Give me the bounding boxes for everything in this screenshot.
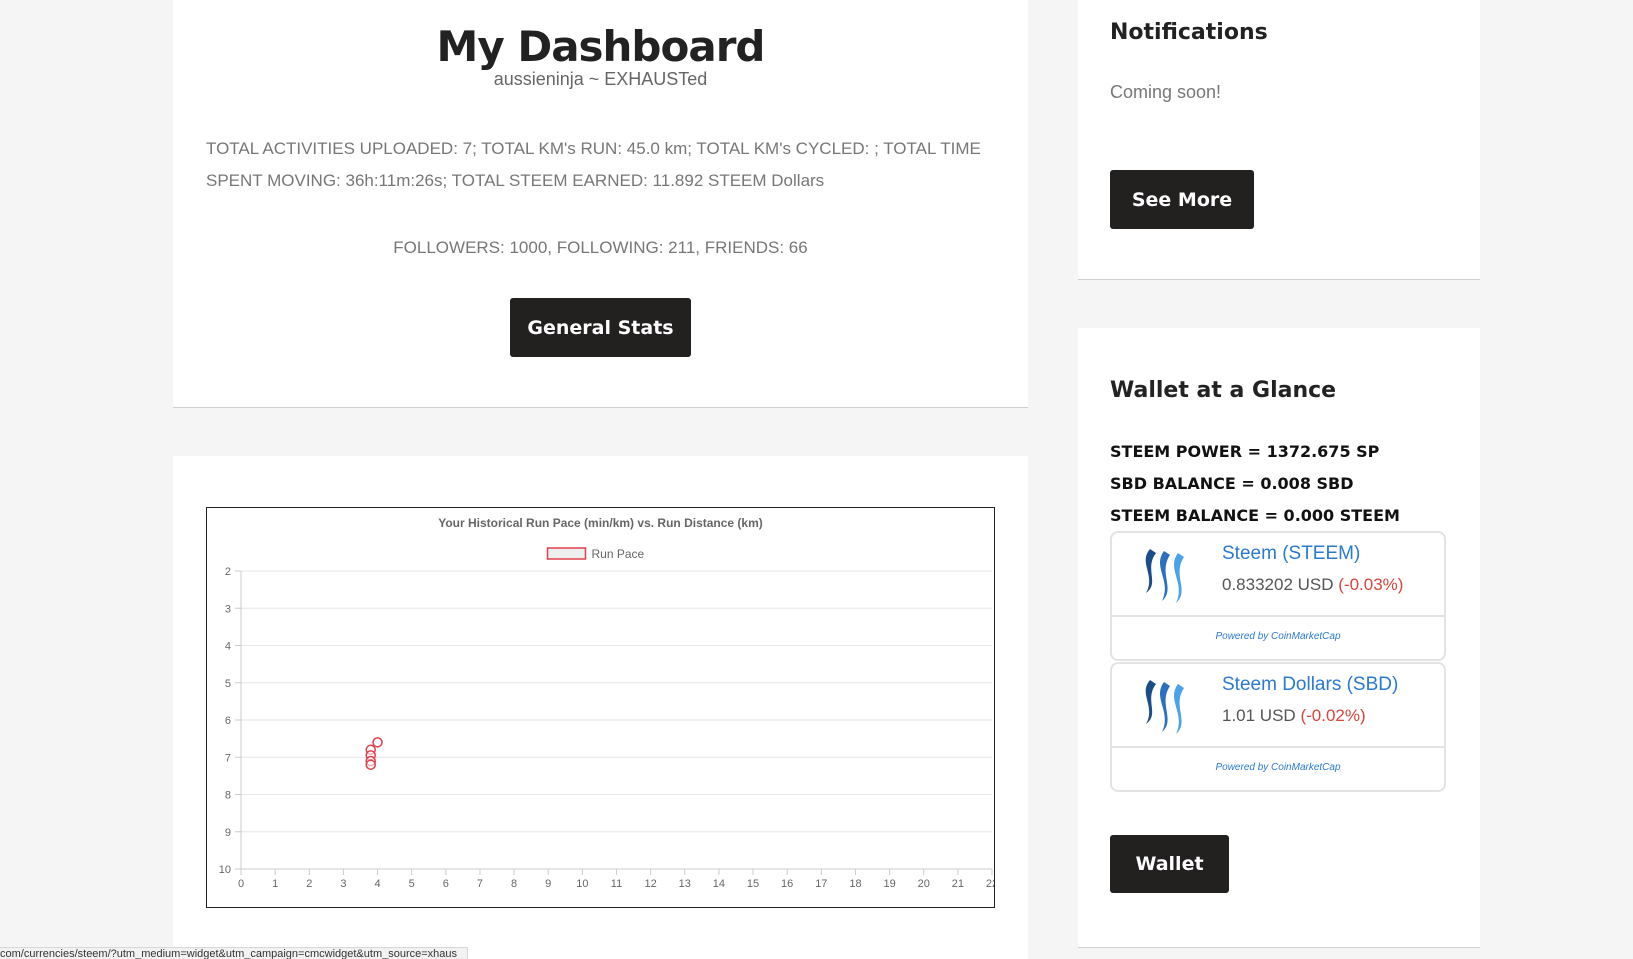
chart-panel: Your Historical Run Pace (min/km) vs. Ru… <box>173 456 1028 959</box>
x-tick-label: 22 <box>986 878 994 890</box>
widget-powered-link[interactable]: Powered by CoinMarketCap <box>1112 631 1444 642</box>
x-tick-label: 15 <box>747 878 759 890</box>
x-tick-label: 2 <box>306 878 312 890</box>
x-tick-label: 0 <box>238 878 244 890</box>
widget-coin-name[interactable]: Steem Dollars (SBD) <box>1222 674 1398 696</box>
steem-logo-icon <box>1145 680 1184 734</box>
widget-coin-name[interactable]: Steem (STEEM) <box>1222 543 1360 565</box>
widget-powered-link[interactable]: Powered by CoinMarketCap <box>1112 762 1444 773</box>
y-tick-label: 7 <box>225 752 231 764</box>
x-tick-label: 20 <box>918 878 930 890</box>
y-tick-label: 10 <box>219 864 231 876</box>
data-point <box>365 759 376 770</box>
y-tick-label: 6 <box>225 715 231 727</box>
x-tick-label: 6 <box>443 878 449 890</box>
widget-coin-price: 0.833202 USD (-0.03%) <box>1222 575 1403 595</box>
page-title: My Dashboard <box>436 22 766 71</box>
sbd-price-widget: Steem Dollars (SBD) 1.01 USD (-0.02%) Po… <box>1110 662 1446 792</box>
data-point <box>372 737 383 748</box>
wallet-panel: Wallet at a Glance STEEM POWER = 1372.67… <box>1078 328 1480 948</box>
wallet-button[interactable]: Wallet <box>1110 835 1229 893</box>
x-tick-label: 4 <box>374 878 380 890</box>
y-tick-label: 3 <box>225 603 231 615</box>
x-tick-label: 11 <box>611 878 622 890</box>
widget-price-change: (-0.03%) <box>1338 575 1404 594</box>
chart-title: Your Historical Run Pace (min/km) vs. Ru… <box>438 516 763 530</box>
page-subtitle: aussieninja ~ EXHAUSTed <box>493 69 708 89</box>
y-tick-label: 4 <box>225 641 231 653</box>
notifications-heading: Notifications <box>1110 20 1268 45</box>
x-tick-label: 16 <box>781 878 793 890</box>
x-tick-label: 3 <box>340 878 346 890</box>
run-pace-chart: Your Historical Run Pace (min/km) vs. Ru… <box>206 507 995 908</box>
x-tick-label: 14 <box>713 878 725 890</box>
social-stats-text: FOLLOWERS: 1000, FOLLOWING: 211, FRIENDS… <box>393 238 808 257</box>
legend-swatch <box>546 547 587 560</box>
y-tick-label: 2 <box>225 566 231 578</box>
x-tick-label: 13 <box>679 878 691 890</box>
x-tick-label: 8 <box>511 878 517 890</box>
widget-header: Steem (STEEM) 0.833202 USD (-0.03%) <box>1112 533 1444 617</box>
x-tick-label: 10 <box>576 878 588 890</box>
widget-price-change: (-0.02%) <box>1300 706 1366 725</box>
see-more-button[interactable]: See More <box>1110 170 1254 229</box>
chart-svg: Your Historical Run Pace (min/km) vs. Ru… <box>219 516 994 890</box>
x-tick-label: 5 <box>409 878 415 890</box>
y-tick-label: 5 <box>225 678 231 690</box>
browser-status-url: com/currencies/steem/?utm_medium=widget&… <box>0 947 469 959</box>
x-tick-label: 12 <box>645 878 657 890</box>
x-tick-label: 21 <box>952 878 964 890</box>
general-stats-button[interactable]: General Stats <box>510 298 691 357</box>
x-tick-label: 19 <box>883 878 895 890</box>
steem-price-widget: Steem (STEEM) 0.833202 USD (-0.03%) Powe… <box>1110 531 1446 661</box>
y-tick-label: 9 <box>225 827 231 839</box>
steem-logo-icon <box>1145 549 1184 603</box>
widget-header: Steem Dollars (SBD) 1.01 USD (-0.02%) <box>1112 664 1444 748</box>
x-tick-label: 7 <box>477 878 483 890</box>
steem-balance-line: STEEM BALANCE = 0.000 STEEM <box>1110 506 1400 525</box>
widget-coin-price: 1.01 USD (-0.02%) <box>1222 706 1366 726</box>
notifications-text: Coming soon! <box>1110 82 1222 102</box>
sbd-balance-line: SBD BALANCE = 0.008 SBD <box>1110 474 1354 493</box>
activity-stats-text: TOTAL ACTIVITIES UPLOADED: 7; TOTAL KM's… <box>206 139 981 190</box>
x-tick-label: 1 <box>272 878 278 890</box>
legend-label: Run Pace <box>592 547 645 561</box>
steem-power-line: STEEM POWER = 1372.675 SP <box>1110 442 1380 461</box>
widget-price-value: 0.833202 USD <box>1222 575 1334 594</box>
x-tick-label: 18 <box>849 878 861 890</box>
y-tick-label: 8 <box>225 790 231 802</box>
wallet-heading: Wallet at a Glance <box>1110 378 1337 403</box>
x-tick-label: 9 <box>545 878 551 890</box>
x-tick-label: 17 <box>815 878 827 890</box>
dashboard-panel: My Dashboard aussieninja ~ EXHAUSTed TOT… <box>173 0 1028 408</box>
widget-price-value: 1.01 USD <box>1222 706 1296 725</box>
notifications-panel: Notifications Coming soon! See More <box>1078 0 1480 280</box>
